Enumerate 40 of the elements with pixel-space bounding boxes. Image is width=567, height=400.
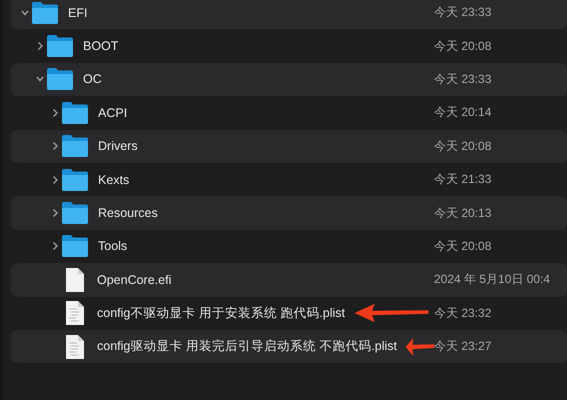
folder-icon <box>46 34 74 58</box>
folder-icon <box>61 168 89 192</box>
document-icon <box>65 334 85 360</box>
chevron-icon[interactable] <box>51 174 59 185</box>
chevron-icon[interactable] <box>36 41 44 52</box>
file-name: config驱动显卡 用装完后引导启动系统 不跑代码.plist <box>97 338 398 356</box>
chevron-icon[interactable] <box>51 141 59 152</box>
modified-date: 今天 23:33 <box>434 70 492 88</box>
modified-date: 今天 23:32 <box>434 304 492 322</box>
folder-icon <box>61 234 89 258</box>
folder-icon <box>61 134 89 158</box>
file-name: config不驱动显卡 用于安装系统 跑代码.plist <box>97 304 346 322</box>
document-icon <box>65 300 85 326</box>
file-name: ACPI <box>98 106 128 120</box>
modified-date: 今天 20:08 <box>434 238 492 255</box>
file-name: Drivers <box>98 139 138 154</box>
chevron-icon[interactable] <box>36 74 44 84</box>
file-name: OC <box>83 72 102 86</box>
modified-date: 今天 20:08 <box>434 38 492 55</box>
file-name: Tools <box>98 239 128 254</box>
chevron-icon[interactable] <box>51 241 59 252</box>
modified-date: 今天 23:33 <box>434 4 492 22</box>
folder-icon <box>61 100 89 125</box>
chevron-icon[interactable] <box>51 208 59 218</box>
file-name: Kexts <box>98 172 130 187</box>
folder-icon <box>61 201 89 226</box>
chevron-icon[interactable] <box>51 108 59 118</box>
modified-date: 今天 20:13 <box>434 204 492 222</box>
modified-date: 今天 23:27 <box>434 338 492 356</box>
file-name: EFI <box>68 6 88 20</box>
document-icon <box>65 266 85 293</box>
file-name: OpenCore.efi <box>97 272 172 287</box>
modified-date: 2024 年 5月10日 00:4 <box>434 271 552 288</box>
file-name: Resources <box>98 206 158 220</box>
folder-icon <box>31 0 59 25</box>
modified-date: 今天 20:14 <box>434 104 492 122</box>
file-name: BOOT <box>83 39 118 54</box>
folder-icon <box>46 67 74 92</box>
modified-date: 今天 20:08 <box>434 138 492 155</box>
modified-date: 今天 21:33 <box>434 171 492 188</box>
